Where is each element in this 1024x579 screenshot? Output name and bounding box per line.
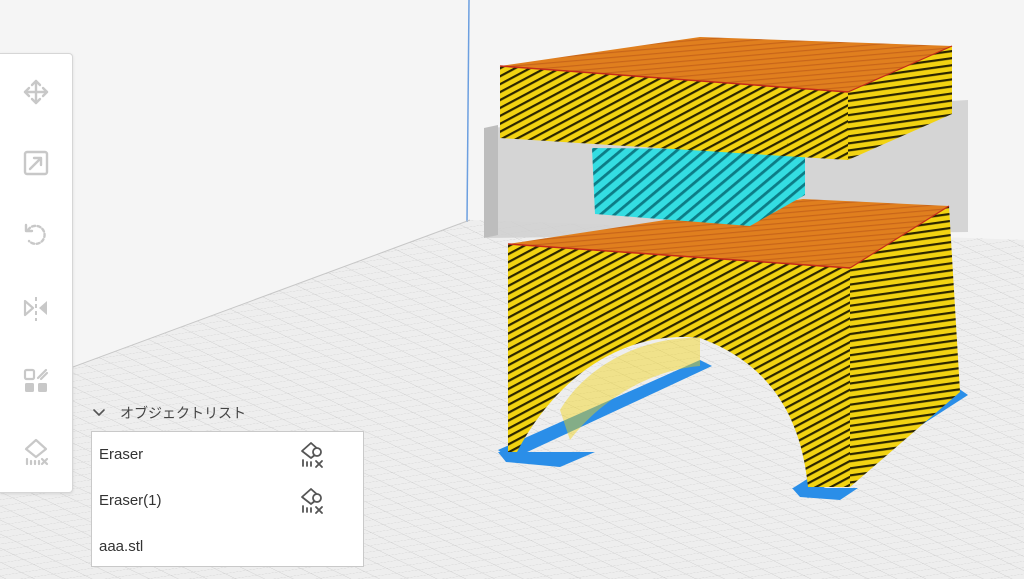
list-item[interactable]: Eraser xyxy=(92,434,363,474)
list-item[interactable]: Eraser(1) xyxy=(92,480,363,520)
per-model-settings-button[interactable] xyxy=(19,364,53,398)
support-blocker-button[interactable] xyxy=(19,435,53,469)
rotate-icon xyxy=(24,223,46,246)
support-blocker-icon xyxy=(24,438,49,466)
viewport-3d[interactable]: オブジェクトリスト Eraser Eraser(1) aaa.stl xyxy=(0,0,1024,579)
move-icon xyxy=(23,79,49,105)
object-name: Eraser xyxy=(99,445,144,463)
per-model-settings-icon xyxy=(23,368,49,392)
chevron-down-icon xyxy=(93,409,105,416)
object-list-header[interactable]: オブジェクトリスト xyxy=(92,402,246,424)
object-list-title: オブジェクトリスト xyxy=(120,405,246,421)
object-name: aaa.stl xyxy=(99,537,144,555)
list-item[interactable]: aaa.stl xyxy=(92,526,363,566)
eraser-icon xyxy=(301,442,323,468)
object-name: Eraser(1) xyxy=(99,491,162,509)
mirror-tool-button[interactable] xyxy=(19,291,53,325)
move-tool-button[interactable] xyxy=(19,75,53,109)
eraser-icon xyxy=(301,488,323,514)
scale-icon xyxy=(23,150,49,176)
left-toolbar xyxy=(0,53,73,493)
mirror-icon xyxy=(23,297,47,321)
rotate-tool-button[interactable] xyxy=(19,218,53,252)
object-list: Eraser Eraser(1) aaa.stl xyxy=(91,431,364,567)
scale-tool-button[interactable] xyxy=(19,146,53,180)
